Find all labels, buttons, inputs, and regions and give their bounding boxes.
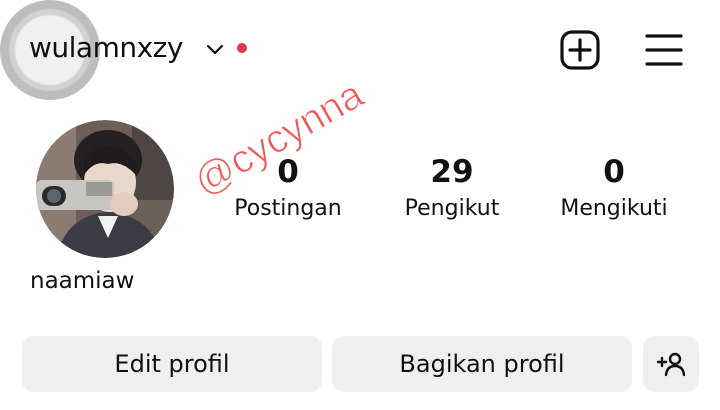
edit-profile-button[interactable]: Edit profil xyxy=(22,336,322,392)
notification-dot xyxy=(237,43,247,53)
share-profile-button[interactable]: Bagikan profil xyxy=(332,336,632,392)
add-person-icon xyxy=(656,352,686,377)
username[interactable]: wulamnxzy xyxy=(29,28,183,68)
chevron-down-icon[interactable] xyxy=(206,43,224,55)
stat-following[interactable]: 0 Mengikuti xyxy=(529,152,699,224)
stat-label: Pengikut xyxy=(404,196,500,221)
profile-page: wulamnxzy naamiaw 0 Postingan 29 Pengiku… xyxy=(0,0,720,410)
stat-value: 0 xyxy=(277,154,299,190)
stat-value: 29 xyxy=(430,154,474,190)
plus-square-icon[interactable] xyxy=(560,30,600,70)
stat-label: Mengikuti xyxy=(560,196,668,221)
stat-label: Postingan xyxy=(234,196,342,221)
stat-value: 0 xyxy=(603,154,625,190)
hamburger-menu-icon[interactable] xyxy=(644,30,684,70)
stat-posts[interactable]: 0 Postingan xyxy=(203,152,373,224)
stat-followers[interactable]: 29 Pengikut xyxy=(367,152,537,224)
display-name: naamiaw xyxy=(30,268,135,294)
discover-people-button[interactable] xyxy=(643,336,699,392)
avatar[interactable] xyxy=(36,120,174,258)
